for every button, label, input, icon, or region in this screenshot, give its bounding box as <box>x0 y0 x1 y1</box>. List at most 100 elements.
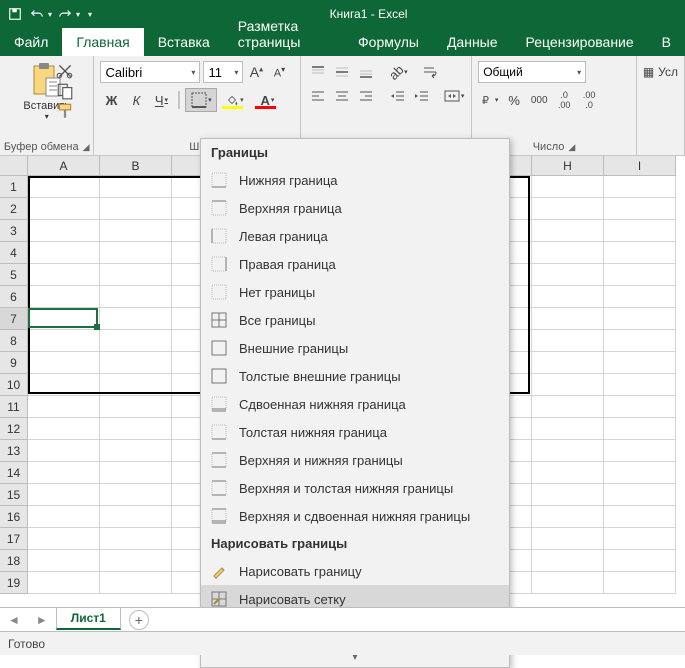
tab-data[interactable]: Данные <box>433 28 512 56</box>
increase-indent-button[interactable] <box>411 85 433 107</box>
percent-button[interactable]: % <box>503 89 525 111</box>
cell[interactable] <box>532 176 604 198</box>
borders-button[interactable]: ▾ <box>186 89 216 111</box>
conditional-format-icon[interactable]: ▦ <box>643 65 654 79</box>
row-header[interactable]: 14 <box>0 462 28 484</box>
cell[interactable] <box>532 242 604 264</box>
cut-icon[interactable] <box>56 62 74 78</box>
cell[interactable] <box>28 220 100 242</box>
draw-border-menu-item[interactable]: Нарисовать границу <box>201 557 509 585</box>
row-header[interactable]: 7 <box>0 308 28 330</box>
cell[interactable] <box>100 396 172 418</box>
border-menu-item[interactable]: Верхняя и толстая нижняя границы <box>201 474 509 502</box>
border-menu-item[interactable]: Внешние границы <box>201 334 509 362</box>
cell[interactable] <box>100 330 172 352</box>
cell[interactable] <box>28 308 100 330</box>
cell[interactable] <box>28 176 100 198</box>
cell[interactable] <box>532 264 604 286</box>
paste-button[interactable]: Вставить ▾ <box>6 60 87 123</box>
cell[interactable] <box>604 418 676 440</box>
undo-dropdown-icon[interactable]: ▾ <box>48 10 52 19</box>
cell[interactable] <box>100 198 172 220</box>
cell[interactable] <box>28 528 100 550</box>
sheet-nav-next-icon[interactable]: ► <box>28 613 56 627</box>
cell[interactable] <box>532 418 604 440</box>
cell[interactable] <box>100 352 172 374</box>
border-menu-item[interactable]: Сдвоенная нижняя граница <box>201 390 509 418</box>
cell[interactable] <box>604 176 676 198</box>
cell[interactable] <box>604 572 676 594</box>
cell[interactable] <box>100 264 172 286</box>
row-header[interactable]: 1 <box>0 176 28 198</box>
number-format-combo[interactable]: Общий▾ <box>478 61 586 83</box>
tab-layout[interactable]: Разметка страницы <box>224 12 344 56</box>
tab-view-partial[interactable]: В <box>648 28 685 56</box>
align-bottom-button[interactable] <box>355 61 377 83</box>
cell[interactable] <box>28 550 100 572</box>
row-header[interactable]: 19 <box>0 572 28 594</box>
cell[interactable] <box>100 506 172 528</box>
decrease-decimal-button[interactable]: .00.0 <box>578 89 600 111</box>
row-header[interactable]: 11 <box>0 396 28 418</box>
merge-button[interactable]: ▾ <box>443 85 465 107</box>
cell[interactable] <box>604 264 676 286</box>
cell[interactable] <box>532 440 604 462</box>
cell[interactable] <box>100 418 172 440</box>
cell[interactable] <box>532 550 604 572</box>
cell[interactable] <box>532 308 604 330</box>
tab-review[interactable]: Рецензирование <box>512 28 648 56</box>
decrease-indent-button[interactable] <box>387 85 409 107</box>
border-menu-item[interactable]: Верхняя граница <box>201 194 509 222</box>
cell[interactable] <box>28 242 100 264</box>
cell[interactable] <box>100 572 172 594</box>
cell[interactable] <box>532 220 604 242</box>
cell[interactable] <box>100 176 172 198</box>
cell[interactable] <box>28 440 100 462</box>
underline-button[interactable]: Ч▾ <box>150 89 172 111</box>
border-menu-item[interactable]: Нет границы <box>201 278 509 306</box>
cell[interactable] <box>28 484 100 506</box>
paste-dropdown-icon[interactable]: ▾ <box>45 112 49 121</box>
tab-insert[interactable]: Вставка <box>144 28 224 56</box>
orientation-button[interactable]: ab▾ <box>387 61 409 83</box>
format-painter-icon[interactable] <box>56 102 74 118</box>
cell[interactable] <box>604 396 676 418</box>
align-top-button[interactable] <box>307 61 329 83</box>
border-menu-item[interactable]: Правая граница <box>201 250 509 278</box>
border-menu-item[interactable]: Левая граница <box>201 222 509 250</box>
column-header[interactable]: I <box>604 156 676 176</box>
font-name-combo[interactable]: Calibri▾ <box>100 61 200 83</box>
cell[interactable] <box>100 374 172 396</box>
border-menu-item[interactable]: Верхняя и сдвоенная нижняя границы <box>201 502 509 530</box>
increase-decimal-button[interactable]: .0.00 <box>553 89 575 111</box>
cell[interactable] <box>604 198 676 220</box>
save-icon[interactable] <box>6 5 24 23</box>
row-header[interactable]: 9 <box>0 352 28 374</box>
column-header[interactable]: B <box>100 156 172 176</box>
cell[interactable] <box>28 418 100 440</box>
sheet-tab-1[interactable]: Лист1 <box>56 608 121 630</box>
cell[interactable] <box>604 528 676 550</box>
cell[interactable] <box>604 374 676 396</box>
cell[interactable] <box>604 308 676 330</box>
border-menu-item[interactable]: Толстая нижняя граница <box>201 418 509 446</box>
sheet-nav-prev-icon[interactable]: ◄ <box>0 613 28 627</box>
cell[interactable] <box>28 462 100 484</box>
cell[interactable] <box>604 352 676 374</box>
cell[interactable] <box>28 330 100 352</box>
cell[interactable] <box>532 506 604 528</box>
redo-dropdown-icon[interactable]: ▾ <box>76 10 80 19</box>
cell[interactable] <box>28 198 100 220</box>
row-header[interactable]: 5 <box>0 264 28 286</box>
fill-color-button[interactable]: ▾ <box>219 89 249 111</box>
tab-formulas[interactable]: Формулы <box>344 28 433 56</box>
row-header[interactable]: 13 <box>0 440 28 462</box>
cell[interactable] <box>604 506 676 528</box>
comma-button[interactable]: 000 <box>528 89 550 111</box>
column-header[interactable]: H <box>532 156 604 176</box>
font-color-button[interactable]: А ▾ <box>252 89 282 111</box>
cell[interactable] <box>604 462 676 484</box>
bold-button[interactable]: Ж <box>100 89 122 111</box>
font-size-combo[interactable]: 11▾ <box>203 61 243 83</box>
row-header[interactable]: 16 <box>0 506 28 528</box>
